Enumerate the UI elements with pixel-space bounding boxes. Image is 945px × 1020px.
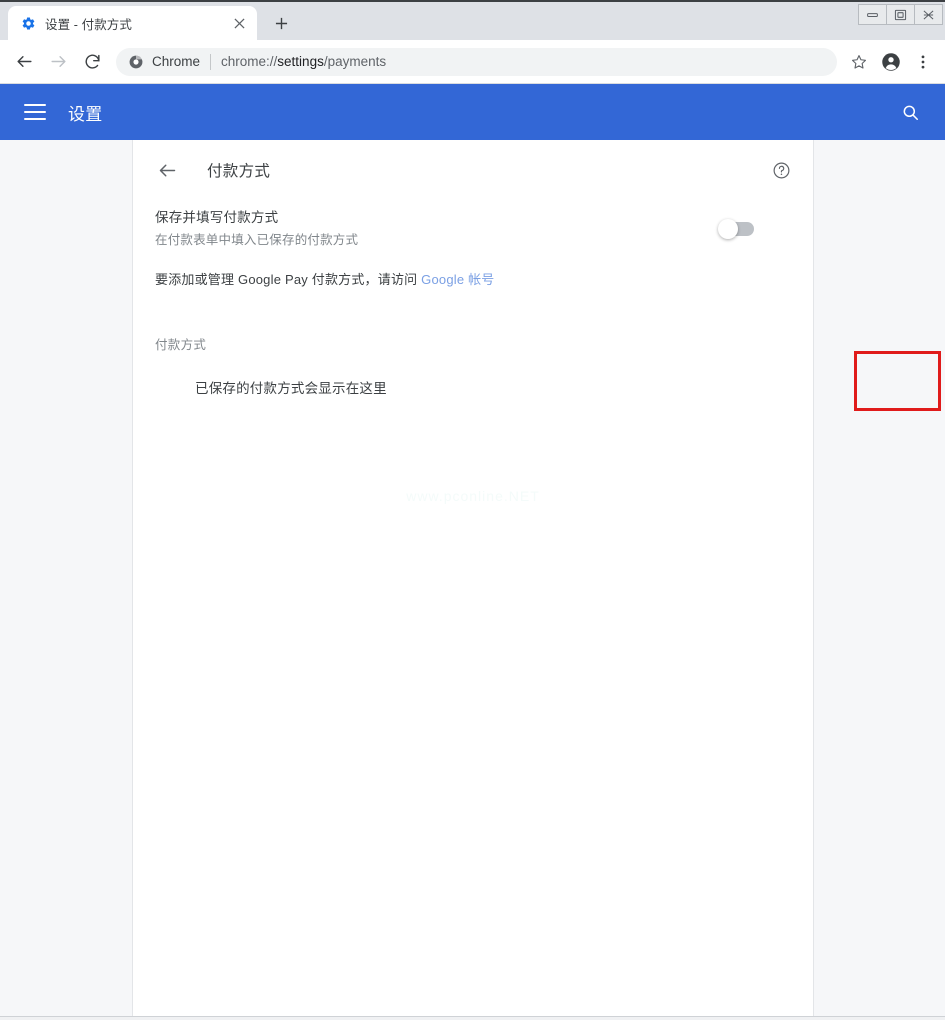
new-tab-button[interactable] (267, 9, 295, 37)
toggle-knob (718, 219, 738, 239)
toggle-title: 保存并填写付款方式 (155, 210, 279, 225)
save-payment-methods-toggle[interactable] (718, 219, 754, 239)
three-dot-menu-icon[interactable] (909, 48, 937, 76)
bottom-edge (0, 1016, 945, 1020)
back-arrow-icon[interactable] (155, 158, 179, 182)
window-controls (858, 4, 943, 25)
toggle-container (709, 219, 765, 239)
tab-strip: 设置 - 付款方式 (0, 0, 945, 40)
url-path: /payments (323, 54, 387, 69)
save-payment-methods-row[interactable]: 保存并填写付款方式 在付款表单中填入已保存的付款方式 (133, 200, 813, 258)
settings-title: 设置 (68, 104, 103, 124)
back-icon[interactable] (10, 48, 38, 76)
toggle-text-block: 保存并填写付款方式 在付款表单中填入已保存的付款方式 (155, 208, 709, 250)
address-bar[interactable]: Chrome chrome://settings/payments (116, 47, 837, 76)
payment-methods-section-label: 付款方式 (155, 338, 207, 352)
empty-state-message: 已保存的付款方式会显示在这里 (195, 381, 387, 396)
close-button[interactable] (914, 4, 943, 25)
hamburger-line (24, 111, 46, 113)
hamburger-line (24, 104, 46, 106)
hamburger-line (24, 118, 46, 120)
omnibox-scheme-label: Chrome (152, 54, 201, 69)
account-avatar-icon[interactable] (877, 48, 905, 76)
hamburger-menu-icon[interactable] (24, 104, 46, 120)
browser-window: 设置 - 付款方式 Chrome chrome://settings/payme… (0, 0, 945, 1020)
maximize-button[interactable] (886, 4, 915, 25)
search-icon[interactable] (897, 99, 923, 125)
help-circle-icon[interactable] (769, 158, 793, 182)
settings-body: 付款方式 保存并填写付款方式 在付款表单中填入已保存的付款方式 要添加或管理 G… (0, 140, 945, 1020)
google-account-link[interactable]: Google 帐号 (421, 272, 494, 287)
right-gutter (813, 140, 945, 1020)
url-prefix: chrome:// (221, 54, 278, 69)
reload-icon[interactable] (78, 48, 106, 76)
browser-toolbar: Chrome chrome://settings/payments (0, 40, 945, 84)
forward-icon (44, 48, 72, 76)
browser-tab[interactable]: 设置 - 付款方式 (8, 6, 257, 40)
page-header: 付款方式 (133, 140, 813, 200)
watermark: www.pconline.NET (406, 488, 540, 504)
toolbar-right-actions (841, 48, 937, 76)
omnibox-url: chrome://settings/payments (221, 54, 386, 69)
settings-top-bar: 设置 (0, 84, 945, 140)
google-pay-note: 要添加或管理 Google Pay 付款方式，请访问 Google 帐号 (133, 258, 813, 290)
payments-settings-card: 付款方式 保存并填写付款方式 在付款表单中填入已保存的付款方式 要添加或管理 G… (133, 140, 941, 1020)
tab-title: 设置 - 付款方式 (45, 17, 133, 32)
omnibox-separator (210, 53, 212, 70)
settings-gear-icon (20, 15, 36, 31)
left-gutter (0, 140, 133, 1020)
toggle-subtitle: 在付款表单中填入已保存的付款方式 (155, 233, 359, 247)
page-title: 付款方式 (207, 163, 271, 180)
chrome-icon (128, 54, 144, 70)
google-pay-note-text: 要添加或管理 Google Pay 付款方式，请访问 (155, 272, 422, 287)
tab-close-button[interactable] (229, 13, 249, 33)
minimize-button[interactable] (858, 4, 887, 25)
star-icon[interactable] (845, 48, 873, 76)
url-host: settings (277, 54, 324, 69)
